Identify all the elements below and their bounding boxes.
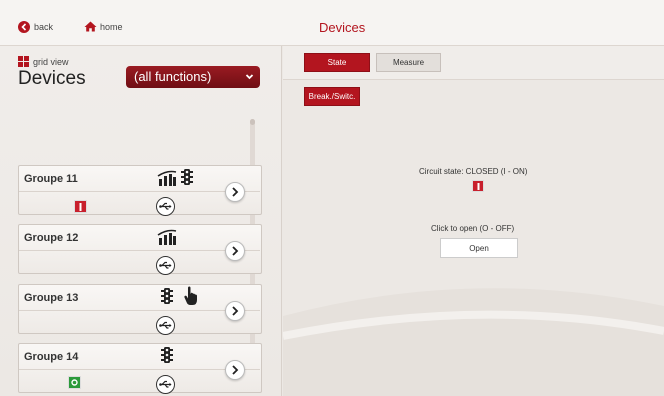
background-swoosh (283, 288, 664, 396)
tab-state[interactable]: State (304, 53, 370, 72)
function-filter-select[interactable]: (all functions) (126, 66, 260, 88)
group-card-14[interactable]: Groupe 14 (18, 343, 262, 394)
signal-bars-icon (157, 229, 177, 245)
open-group-arrow-button[interactable] (225, 301, 245, 321)
top-bar: back home Devices (0, 0, 664, 46)
tab-measure[interactable]: Measure (376, 53, 441, 72)
off-symbol (71, 379, 78, 386)
group-card-11[interactable]: Groupe 11 (18, 165, 262, 216)
home-button[interactable]: home (84, 21, 123, 32)
open-group-arrow-button[interactable] (225, 182, 245, 202)
group-name: Groupe 11 (24, 173, 78, 185)
divider (19, 191, 260, 192)
open-button[interactable]: Open (440, 238, 518, 258)
page-title: Devices (319, 20, 366, 35)
state-indicator-on (74, 200, 87, 213)
divider (19, 250, 260, 251)
hand-pointer-icon (184, 286, 197, 305)
signal-bars-icon (157, 170, 177, 186)
traffic-light-icon (181, 169, 193, 185)
grid-icon (18, 56, 29, 67)
divider (19, 310, 260, 311)
usb-icon (156, 197, 175, 216)
traffic-light-icon (161, 288, 173, 304)
circuit-state-text: Circuit state: CLOSED (I - ON) (419, 167, 528, 176)
back-button[interactable]: back (18, 21, 53, 33)
function-filter-value: (all functions) (134, 69, 212, 84)
chevron-right-icon (232, 187, 239, 197)
click-to-open-text: Click to open (O - OFF) (431, 224, 515, 233)
open-group-arrow-button[interactable] (225, 241, 245, 261)
grid-view-toggle[interactable]: grid view (18, 56, 69, 67)
grid-view-label: grid view (33, 56, 69, 67)
group-card-13[interactable]: Groupe 13 (18, 284, 262, 335)
open-group-arrow-button[interactable] (225, 360, 245, 380)
state-indicator-off (68, 376, 81, 389)
usb-icon (156, 256, 175, 275)
back-arrow-icon (18, 21, 30, 33)
chevron-right-icon (232, 246, 239, 256)
group-card-12[interactable]: Groupe 12 (18, 224, 262, 275)
chevron-right-icon (232, 365, 239, 375)
chevron-down-icon (245, 74, 254, 80)
group-name: Groupe 13 (24, 292, 79, 304)
subtab-break-switch[interactable]: Break./Switc. (304, 87, 360, 106)
home-icon (84, 21, 97, 32)
on-symbol (477, 182, 479, 190)
back-label: back (34, 22, 54, 32)
divider (19, 369, 260, 370)
usb-icon (156, 316, 175, 335)
home-label: home (100, 21, 123, 32)
usb-icon (156, 375, 175, 394)
traffic-light-icon (161, 347, 173, 363)
on-symbol (79, 202, 82, 211)
device-detail-panel: State Measure Break./Switc. Circuit stat… (283, 46, 664, 396)
group-name: Groupe 12 (24, 232, 79, 244)
circuit-state-indicator (472, 180, 484, 192)
tabs-strip: State Measure (283, 46, 664, 80)
group-name: Groupe 14 (24, 351, 79, 363)
scrollbar-thumb[interactable] (250, 119, 255, 125)
chevron-right-icon (232, 306, 239, 316)
devices-heading: Devices (18, 68, 86, 89)
